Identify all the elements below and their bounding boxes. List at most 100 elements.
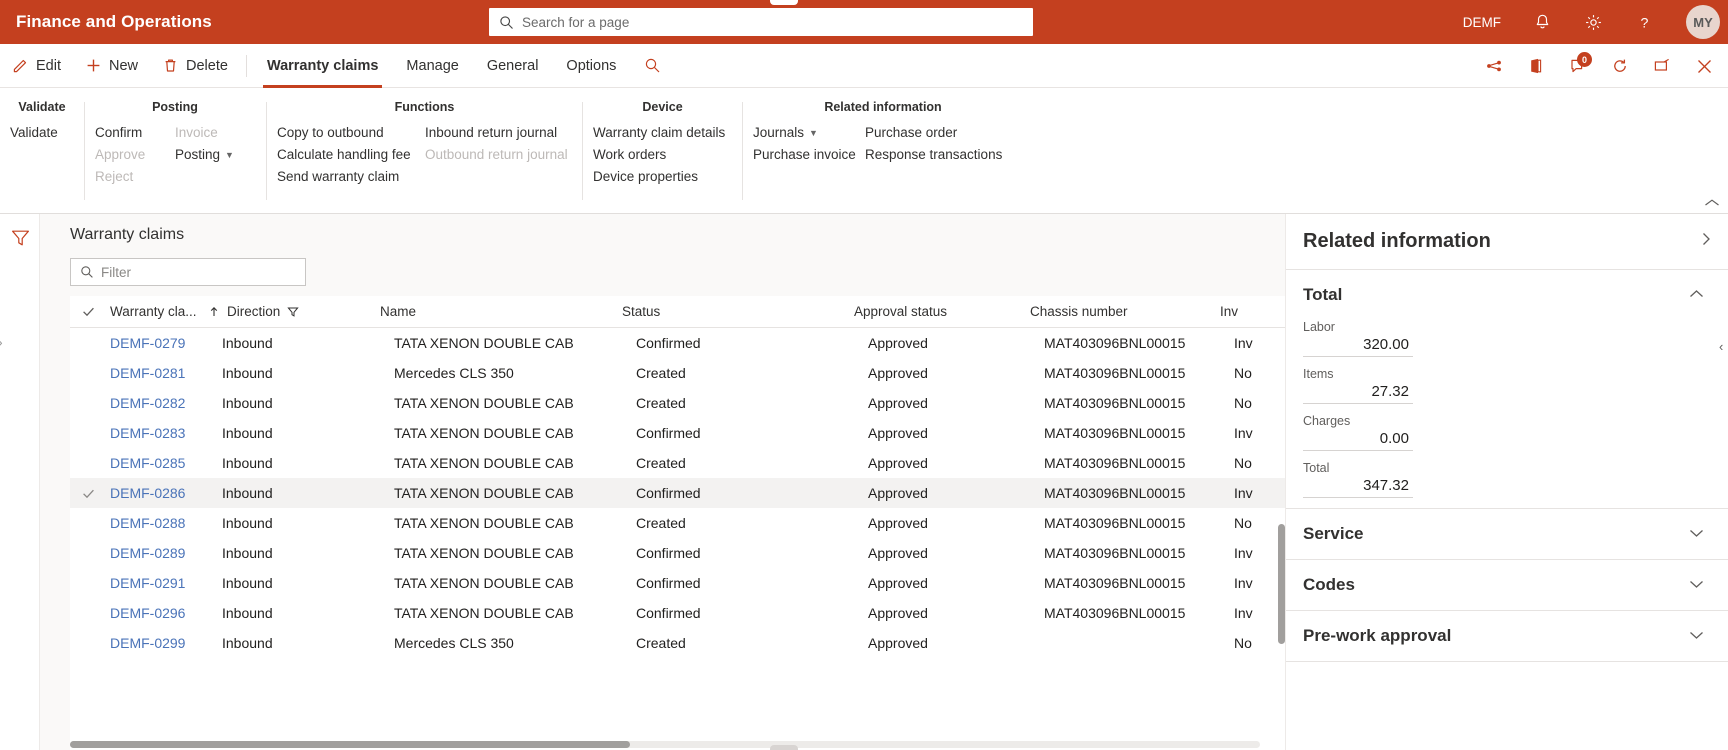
cell-invoice: Inv <box>1230 545 1285 561</box>
cell-direction: Inbound <box>218 335 390 351</box>
cell-name: TATA XENON DOUBLE CAB <box>390 545 632 561</box>
panel-section-header[interactable]: Total <box>1303 270 1704 320</box>
new-button[interactable]: New <box>73 44 150 88</box>
ribbon-item-copy-to-outbound[interactable]: Copy to outbound <box>267 122 415 144</box>
table-row[interactable]: DEMF-0291InboundTATA XENON DOUBLE CABCon… <box>70 568 1285 598</box>
ribbon-item-send-warranty-claim[interactable]: Send warranty claim <box>267 166 415 188</box>
tab-warranty-claims[interactable]: Warranty claims <box>253 44 392 88</box>
help-button[interactable]: ? <box>1619 0 1670 44</box>
ribbon-item-device-properties[interactable]: Device properties <box>583 166 742 188</box>
table-row[interactable]: DEMF-0279InboundTATA XENON DOUBLE CABCon… <box>70 328 1285 358</box>
row-select-checkbox[interactable] <box>70 486 106 501</box>
grid-filter-placeholder: Filter <box>101 265 131 280</box>
ribbon-item-response-transactions[interactable]: Response transactions <box>855 144 1023 166</box>
cell-claim-id[interactable]: DEMF-0296 <box>106 605 218 621</box>
tab-general[interactable]: General <box>473 44 553 88</box>
panel-field-value[interactable]: 27.32 <box>1303 382 1413 404</box>
grid-header-status-label: Status <box>622 304 660 319</box>
cell-claim-id[interactable]: DEMF-0289 <box>106 545 218 561</box>
header-right-group: DEMF ? MY <box>1447 0 1728 44</box>
grid-header-name[interactable]: Name <box>376 304 618 319</box>
cell-claim-id[interactable]: DEMF-0286 <box>106 485 218 501</box>
cell-claim-id[interactable]: DEMF-0285 <box>106 455 218 471</box>
attachments-icon[interactable]: 0 <box>1558 44 1598 88</box>
cell-claim-id[interactable]: DEMF-0283 <box>106 425 218 441</box>
cell-name: TATA XENON DOUBLE CAB <box>390 335 632 351</box>
panel-field-value[interactable]: 320.00 <box>1303 335 1413 357</box>
ribbon-item-purchase-order[interactable]: Purchase order <box>855 122 1023 144</box>
user-avatar-button[interactable]: MY <box>1670 0 1728 44</box>
panel-section-title: Service <box>1303 524 1364 544</box>
cell-claim-id[interactable]: DEMF-0279 <box>106 335 218 351</box>
panel-field-value-row: 347.32 <box>1303 476 1704 498</box>
cell-direction: Inbound <box>218 485 390 501</box>
cell-claim-id[interactable]: DEMF-0282 <box>106 395 218 411</box>
ribbon-collapse-button[interactable] <box>1704 197 1720 211</box>
tab-options[interactable]: Options <box>552 44 630 88</box>
grid-header-chassis-number[interactable]: Chassis number <box>1026 304 1216 319</box>
panel-field-value[interactable]: 0.00 <box>1303 429 1413 451</box>
ribbon-item-inbound-return-journal[interactable]: Inbound return journal <box>415 122 579 144</box>
grid-filter-input[interactable]: Filter <box>70 258 306 286</box>
ribbon-item-calculate-handling-fee[interactable]: Calculate handling fee <box>267 144 415 166</box>
table-row[interactable]: DEMF-0296InboundTATA XENON DOUBLE CABCon… <box>70 598 1285 628</box>
office-app-icon[interactable] <box>1516 44 1556 88</box>
delete-button[interactable]: Delete <box>150 44 240 88</box>
cell-claim-id[interactable]: DEMF-0299 <box>106 635 218 651</box>
tab-manage[interactable]: Manage <box>392 44 472 88</box>
related-information-header: Related information <box>1286 214 1728 270</box>
ribbon-item-validate[interactable]: Validate <box>0 122 68 144</box>
table-row[interactable]: DEMF-0283InboundTATA XENON DOUBLE CABCon… <box>70 418 1285 448</box>
table-row[interactable]: DEMF-0285InboundTATA XENON DOUBLE CABCre… <box>70 448 1285 478</box>
action-search-button[interactable] <box>630 44 673 88</box>
panel-section-header[interactable]: Codes <box>1303 560 1704 610</box>
panel-field-value[interactable]: 347.32 <box>1303 476 1413 498</box>
grid-header-claim-id[interactable]: Warranty cla... <box>106 304 218 319</box>
ribbon-item-warranty-claim-details[interactable]: Warranty claim details <box>583 122 742 144</box>
grid-header-approval-status[interactable]: Approval status <box>850 304 1026 319</box>
cell-approval-status: Approved <box>864 425 1040 441</box>
related-information-expand-button[interactable] <box>1700 231 1712 252</box>
table-row[interactable]: DEMF-0299InboundMercedes CLS 350CreatedA… <box>70 628 1285 658</box>
table-row[interactable]: DEMF-0282InboundTATA XENON DOUBLE CABCre… <box>70 388 1285 418</box>
panel-section-header[interactable]: Pre-work approval <box>1303 611 1704 661</box>
cell-claim-id[interactable]: DEMF-0288 <box>106 515 218 531</box>
popout-icon[interactable] <box>1642 44 1682 88</box>
grid-header-status[interactable]: Status <box>618 304 850 319</box>
notifications-button[interactable] <box>1517 0 1568 44</box>
panel-section-total: TotalLabor320.00Items27.32Charges0.00Tot… <box>1286 270 1728 509</box>
ribbon-item-device-properties-label: Device properties <box>593 166 698 188</box>
cell-claim-id[interactable]: DEMF-0281 <box>106 365 218 381</box>
close-icon[interactable] <box>1684 44 1724 88</box>
settings-button[interactable] <box>1568 0 1619 44</box>
panel-collapse-handle[interactable]: ‹ <box>1719 339 1728 359</box>
table-row[interactable]: DEMF-0288InboundTATA XENON DOUBLE CABCre… <box>70 508 1285 538</box>
ribbon-item-purchase-invoice[interactable]: Purchase invoice <box>743 144 855 166</box>
table-row[interactable]: DEMF-0289InboundTATA XENON DOUBLE CABCon… <box>70 538 1285 568</box>
edit-button[interactable]: Edit <box>0 44 73 88</box>
cell-claim-id[interactable]: DEMF-0291 <box>106 575 218 591</box>
ribbon-item-work-orders[interactable]: Work orders <box>583 144 742 166</box>
table-row[interactable]: DEMF-0286InboundTATA XENON DOUBLE CABCon… <box>70 478 1285 508</box>
rail-expand-handle[interactable]: › <box>0 334 3 350</box>
share-icon[interactable] <box>1474 44 1514 88</box>
panel-section-header[interactable]: Service <box>1303 509 1704 559</box>
ribbon-item-posting[interactable]: Posting ▼ <box>165 144 261 166</box>
cell-name: Mercedes CLS 350 <box>390 365 632 381</box>
cell-direction: Inbound <box>218 545 390 561</box>
app-title: Finance and Operations <box>16 12 212 32</box>
ribbon-item-confirm[interactable]: Confirm <box>85 122 165 144</box>
grid-horizontal-scrollbar[interactable] <box>70 741 630 748</box>
company-selector[interactable]: DEMF <box>1447 0 1517 44</box>
refresh-icon[interactable] <box>1600 44 1640 88</box>
table-row[interactable]: DEMF-0281InboundMercedes CLS 350CreatedA… <box>70 358 1285 388</box>
grid-header-direction[interactable]: Direction <box>204 304 376 319</box>
content-header: Warranty claims <box>40 214 1285 244</box>
cell-chassis-number: MAT403096BNL00015 <box>1040 605 1230 621</box>
global-search-input[interactable]: Search for a page <box>489 8 1033 36</box>
ribbon-item-journals[interactable]: Journals ▼ <box>743 122 855 144</box>
filter-pane-toggle[interactable] <box>10 228 31 254</box>
grid-select-all-checkbox[interactable] <box>70 304 106 319</box>
grid-vertical-scrollbar[interactable] <box>1278 524 1285 644</box>
grid-header-invoice[interactable]: Inv <box>1216 304 1271 319</box>
